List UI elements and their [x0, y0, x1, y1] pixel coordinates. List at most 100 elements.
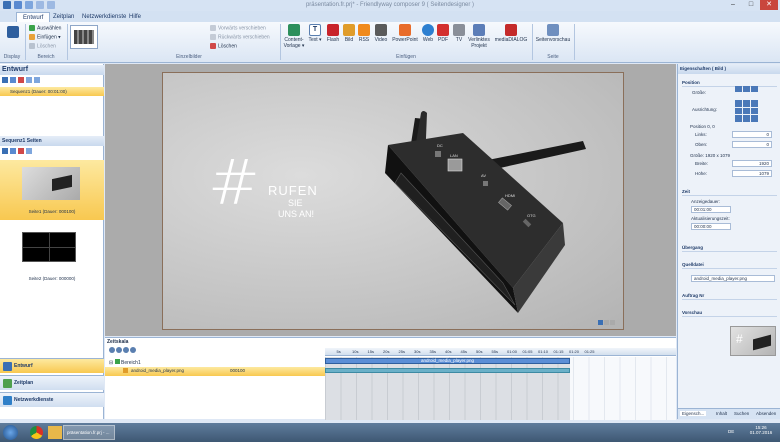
vorwaerts-button[interactable]: Vorwärts verschieben: [210, 25, 266, 31]
quelldatei-input[interactable]: android_media_player.png: [691, 275, 775, 282]
close-button[interactable]: ✕: [760, 0, 778, 10]
ausrichtung-label: Ausrichtung:: [692, 107, 718, 112]
film-thumbnail[interactable]: [70, 25, 98, 49]
einfuegen-bereich-button[interactable]: Einfügen ▾: [29, 34, 61, 40]
delete-page-icon[interactable]: [18, 148, 24, 154]
tab-hilfe[interactable]: Hilfe: [123, 12, 147, 22]
uebergang-header[interactable]: Übergang: [682, 245, 777, 252]
position-header[interactable]: Position: [682, 80, 777, 87]
timeline-tick: 01:10: [538, 349, 549, 354]
template-icon: [288, 24, 300, 36]
forward-icon: [210, 25, 216, 31]
window-title: präsentation.fr.prj* - Friendlyway compo…: [305, 2, 475, 8]
taskbar-app-button[interactable]: präsentation.fr.prj - ...: [63, 425, 115, 440]
globe-icon: [422, 24, 434, 36]
nav-netzwerkdienste[interactable]: Netzwerkdienste: [0, 392, 104, 407]
select-icon: [29, 25, 35, 31]
bild-button[interactable]: Bild: [342, 24, 356, 43]
powerpoint-button[interactable]: PowerPoint: [390, 24, 420, 43]
rueckwaerts-button[interactable]: Rückwärts verschieben: [210, 34, 270, 40]
bereich-group-label: Bereich: [37, 54, 55, 60]
fit-icon: [604, 320, 609, 325]
aktualisierung-input[interactable]: 00:00:00: [691, 223, 731, 230]
video-button[interactable]: Video: [373, 24, 389, 43]
auswaehlen-button[interactable]: Auswählen: [29, 25, 61, 31]
rufen-text: RUFEN: [268, 183, 318, 198]
display-button[interactable]: [4, 26, 22, 39]
links-label: Links:: [695, 132, 707, 137]
verlinktes-projekt-button[interactable]: Verlinktes Projekt: [467, 24, 491, 49]
sequence-item[interactable]: Sequenz1 (Dauer: 00:01:00): [0, 87, 104, 96]
loeschen-einzelbild-button[interactable]: Löschen: [210, 43, 237, 49]
copy-page-icon[interactable]: [10, 148, 16, 154]
seitenvorschau-button[interactable]: Seitenvorschau: [535, 24, 571, 43]
tab-absenden[interactable]: Absenden: [756, 411, 776, 416]
text-button[interactable]: T Text ▾: [308, 24, 322, 43]
link-project-icon: [473, 24, 485, 36]
nav-zeitplan[interactable]: Zeitplan: [0, 375, 104, 390]
clock[interactable]: 15:26 01.07.2016: [746, 425, 776, 435]
timeline-bar-item[interactable]: [325, 368, 570, 373]
zoom-out-icon: [116, 347, 122, 353]
language-indicator[interactable]: DE: [728, 429, 734, 434]
alignment-grid[interactable]: [735, 100, 759, 122]
rss-button[interactable]: RSS: [357, 24, 371, 43]
delete-sequence-icon[interactable]: [18, 77, 24, 83]
quelldatei-header[interactable]: Quelldatei: [682, 262, 777, 269]
zoom-icon: [598, 320, 603, 325]
bereich-row[interactable]: ⊟ Bereich1: [109, 359, 141, 366]
grid-icon: [610, 320, 615, 325]
einzelbilder-group-label: Einzelbilder: [176, 54, 202, 60]
copy-icon[interactable]: [10, 77, 16, 83]
tab-entwurf[interactable]: Entwurf: [16, 12, 51, 22]
minimize-button[interactable]: –: [724, 0, 742, 10]
breite-input[interactable]: 1920: [732, 160, 772, 167]
timeline-zoom-tools[interactable]: [109, 347, 149, 354]
auftrag-header[interactable]: Auftrag Nr: [682, 293, 777, 300]
links-input[interactable]: 0: [732, 131, 772, 138]
hoehe-label: Höhe:: [695, 171, 708, 176]
page-settings-icon[interactable]: [26, 148, 32, 154]
tab-eigenschaften[interactable]: Eigensch...: [680, 411, 707, 416]
timeline-tracks[interactable]: android_media_player.png: [325, 357, 676, 420]
size-buttons[interactable]: [735, 86, 761, 98]
page-thumb-2[interactable]: Seite2 (Dauer: 000000): [0, 224, 104, 282]
vorschau-header[interactable]: Vorschau: [682, 310, 777, 317]
zoom-in-icon: [109, 347, 115, 353]
timeline-panel: Zeitskala 5s 10s 15s 20s 25s 30s 35s 40s 45s 50s 5…: [105, 337, 676, 420]
loeschen-bereich-button[interactable]: Löschen: [29, 43, 56, 49]
lan-label: LAN: [450, 153, 458, 158]
maximize-button[interactable]: □: [742, 0, 760, 10]
anzeigedauer-input[interactable]: 00:01:00: [691, 206, 731, 213]
oben-input[interactable]: 0: [732, 141, 772, 148]
page-thumb-1[interactable]: Seite1 (Dauer: 000100): [0, 160, 104, 220]
mediadialog-icon: [505, 24, 517, 36]
tab-inhalt[interactable]: Inhalt: [716, 411, 727, 416]
zeit-header[interactable]: Zeit: [682, 189, 777, 196]
size-text: Größe: 1920 x 1079: [690, 153, 731, 158]
content-vorlage-button[interactable]: Content-Vorlage ▾: [283, 24, 305, 49]
tv-button[interactable]: TV: [452, 24, 466, 43]
timeline-item-row[interactable]: android_media_player.png 000100: [105, 367, 325, 376]
image-element[interactable]: DC LAN AV HDMI OTG # RUFEN SIE UNS AN!: [162, 72, 624, 330]
start-button[interactable]: [3, 425, 18, 440]
move-up-icon[interactable]: [26, 77, 32, 83]
aktualisierung-label: Aktualisierungszeit:: [691, 216, 730, 221]
flash-button[interactable]: Flash: [325, 24, 341, 43]
chrome-icon[interactable]: [30, 426, 43, 439]
new-sequence-icon[interactable]: [2, 77, 8, 83]
new-page-icon[interactable]: [2, 148, 8, 154]
canvas-corner-tools[interactable]: [598, 320, 620, 326]
web-button[interactable]: Web: [421, 24, 435, 43]
mediadialog-button[interactable]: mediaDIALOG: [493, 24, 529, 43]
hoehe-input[interactable]: 1079: [732, 170, 772, 177]
nav-entwurf[interactable]: Entwurf: [0, 358, 104, 373]
pdf-button[interactable]: PDF: [436, 24, 450, 43]
explorer-icon[interactable]: [48, 426, 62, 439]
timeline-tick: 45s: [460, 349, 467, 354]
netzwerk-nav-icon: [3, 396, 12, 405]
move-down-icon[interactable]: [34, 77, 40, 83]
tab-suchen[interactable]: Suchen: [734, 411, 749, 416]
timeline-bar-bereich[interactable]: android_media_player.png: [325, 358, 570, 364]
timeline-ruler[interactable]: 5s 10s 15s 20s 25s 30s 35s 40s 45s 50s 55s 01:00 01:…: [325, 348, 676, 356]
